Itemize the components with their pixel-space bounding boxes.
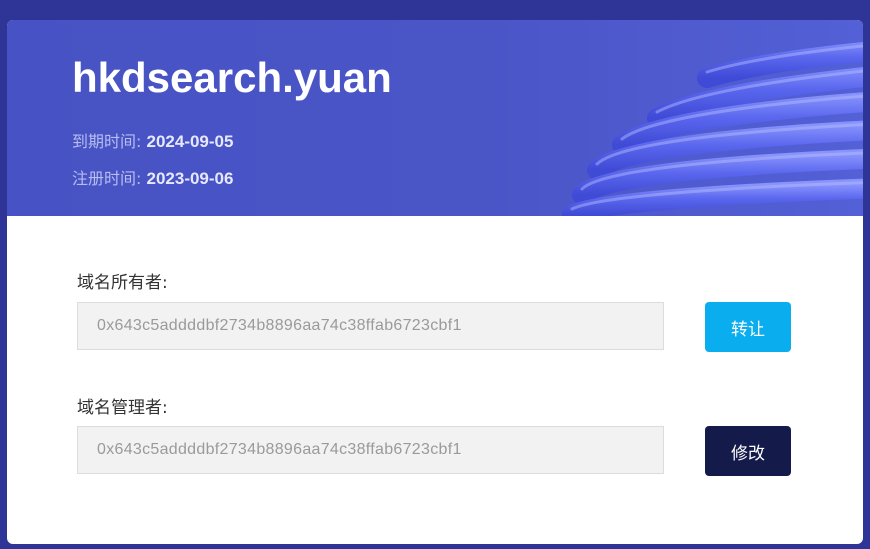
registration-label: 注册时间: — [72, 169, 142, 188]
registration-row: 注册时间: 2023-09-06 — [72, 165, 233, 189]
expiry-row: 到期时间: 2024-09-05 — [72, 128, 233, 152]
transfer-button[interactable]: 转让 — [705, 302, 791, 352]
expiry-label: 到期时间: — [72, 132, 142, 151]
manager-label: 域名管理者: — [77, 398, 168, 418]
modify-button[interactable]: 修改 — [705, 426, 791, 476]
domain-name-title: hkdsearch.yuan — [72, 54, 392, 101]
registration-value: 2023-09-06 — [146, 169, 234, 188]
domain-card: hkdsearch.yuan 到期时间: 2024-09-05 注册时间: 20… — [7, 20, 863, 544]
owner-address-field[interactable] — [77, 302, 664, 350]
manager-address-field[interactable] — [77, 426, 664, 474]
expiry-value: 2024-09-05 — [146, 132, 234, 151]
domain-header: hkdsearch.yuan 到期时间: 2024-09-05 注册时间: 20… — [7, 20, 863, 216]
owner-label: 域名所有者: — [77, 273, 168, 293]
